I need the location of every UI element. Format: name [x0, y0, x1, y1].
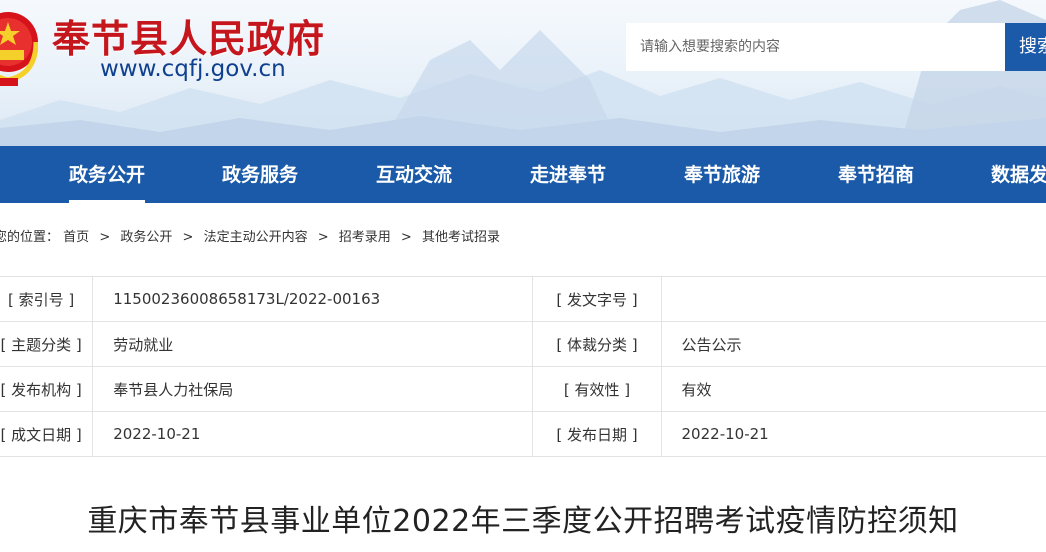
info-value: 公告公示	[661, 321, 1046, 367]
info-value: 劳动就业	[92, 321, 534, 367]
info-label: [ 发文字号 ]	[532, 276, 662, 322]
site-url[interactable]: www.cqfj.gov.cn	[100, 56, 286, 82]
breadcrumb-home[interactable]: 首页	[63, 230, 89, 245]
breadcrumb-other-exams[interactable]: 其他考试招录	[422, 230, 500, 245]
breadcrumb-separator: >	[400, 230, 412, 245]
info-value	[661, 276, 1046, 322]
search-button[interactable]: 搜索	[1005, 23, 1046, 71]
nav-item-gov-services[interactable]: 政务服务	[222, 146, 298, 203]
breadcrumb-separator: >	[317, 230, 329, 245]
table-row: [ 索引号 ] 11500236008658173L/2022-00163 [ …	[0, 276, 1046, 322]
main-nav: 政务公开 政务服务 互动交流 走进奉节 奉节旅游 奉节招商 数据发布	[0, 146, 1046, 203]
info-label: [ 有效性 ]	[532, 366, 662, 412]
breadcrumb-statutory-content[interactable]: 法定主动公开内容	[204, 230, 308, 245]
info-value: 2022-10-21	[92, 411, 534, 457]
info-label: [ 成文日期 ]	[0, 411, 94, 457]
search-input[interactable]	[626, 23, 1006, 71]
national-emblem-icon	[0, 12, 38, 86]
info-value: 有效	[661, 366, 1046, 412]
table-row: [ 发布机构 ] 奉节县人力社保局 [ 有效性 ] 有效	[0, 366, 1046, 412]
nav-item-interaction[interactable]: 互动交流	[376, 146, 452, 203]
info-label: [ 发布机构 ]	[0, 366, 94, 412]
table-row: [ 主题分类 ] 劳动就业 [ 体裁分类 ] 公告公示	[0, 321, 1046, 367]
breadcrumb-separator: >	[182, 230, 194, 245]
document-info-table: [ 索引号 ] 11500236008658173L/2022-00163 [ …	[0, 276, 1046, 457]
site-title[interactable]: 奉节县人民政府	[52, 8, 325, 63]
breadcrumb-recruitment[interactable]: 招考录用	[339, 230, 391, 245]
info-label: [ 主题分类 ]	[0, 321, 94, 367]
nav-item-investment[interactable]: 奉节招商	[838, 146, 914, 203]
table-row: [ 成文日期 ] 2022-10-21 [ 发布日期 ] 2022-10-21	[0, 411, 1046, 457]
nav-item-gov-affairs-open[interactable]: 政务公开	[69, 146, 146, 203]
nav-item-tourism[interactable]: 奉节旅游	[684, 146, 760, 203]
info-label: [ 发布日期 ]	[532, 411, 662, 457]
nav-item-data-release[interactable]: 数据发布	[991, 146, 1046, 203]
nav-item-about-fengjie[interactable]: 走进奉节	[530, 146, 606, 203]
info-label: [ 索引号 ]	[0, 276, 94, 322]
info-value: 2022-10-21	[661, 411, 1046, 457]
info-value: 11500236008658173L/2022-00163	[92, 276, 534, 322]
info-label: [ 体裁分类 ]	[532, 321, 662, 367]
breadcrumb: 您的位置： 首页 > 政务公开 > 法定主动公开内容 > 招考录用 > 其他考试…	[0, 226, 500, 245]
header-banner: 奉节县人民政府 www.cqfj.gov.cn 搜索	[0, 0, 1046, 146]
breadcrumb-prefix: 您的位置：	[0, 230, 60, 245]
article-title: 重庆市奉节县事业单位2022年三季度公开招聘考试疫情防控须知	[87, 504, 959, 539]
info-value: 奉节县人力社保局	[92, 366, 534, 412]
breadcrumb-gov-affairs-open[interactable]: 政务公开	[120, 230, 172, 245]
breadcrumb-separator: >	[99, 230, 111, 245]
